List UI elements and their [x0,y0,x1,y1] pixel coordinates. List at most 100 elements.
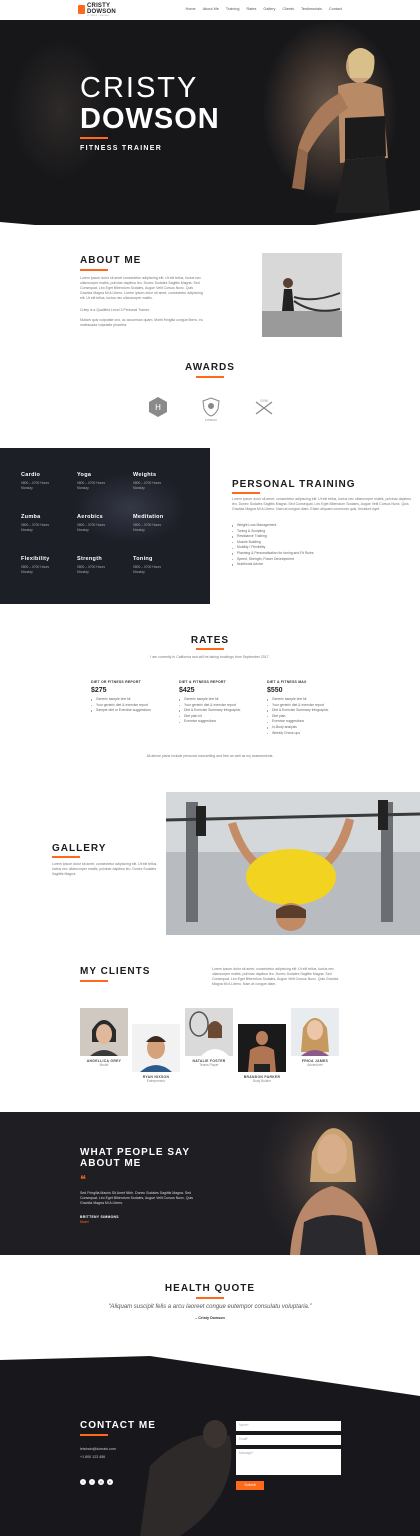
rate-card: DIET & FITNESS MAX $550 Generic sample t… [267,680,347,736]
svg-text:H: H [155,403,161,412]
list-item: Exercise suggestions [179,719,259,725]
about-paragraph-2: Cristy is a Qualified Level 3 Personal T… [80,308,150,312]
gym-award-label: GYM [260,399,268,403]
nav-home[interactable]: Home [185,7,195,11]
training-title: PERSONAL TRAINING [232,479,356,490]
class-item: Yoga 0800 – 0700 Hours Monday [77,472,106,490]
gallery-photo[interactable] [166,792,420,935]
client-avatar [185,1008,233,1056]
rate-price: $550 [267,687,283,694]
health-quote-text: “Aliquam suscipit felis a arcu laoreet c… [108,1304,312,1310]
client-card: BRANDON PARKER Body Builder [238,1024,286,1083]
logo-tagline: FITNESS TRAINER [87,15,110,17]
client-card: ANGELLICA GREY Model [80,1008,128,1067]
about-title: ABOUT ME [80,255,142,266]
list-item: Sample diet or Exercise suggestions [91,708,171,714]
rate-plan-name: DIET & FITNESS REPORT [179,680,226,684]
client-card: FRIDA JAMES Adventurer [291,1008,339,1067]
rates-title: RATES [190,635,230,646]
client-avatar [238,1024,286,1072]
about-accent-line [80,269,108,271]
rate-plan-name: DIET OR FITNESS REPORT [91,680,141,684]
training-text: Lorem ipsum dolor sit amet, consectetur … [232,497,411,511]
class-item: Cardio 0800 – 0700 Hours Monday [21,472,50,490]
health-quote-title: HEALTH QUOTE [164,1283,256,1294]
contact-email[interactable]: letstrain@domain.com [80,1447,116,1451]
linkedin-icon[interactable]: in [107,1479,113,1485]
nav-about[interactable]: About Me [203,7,219,11]
client-role: Tennis Player [199,1063,219,1067]
client-avatar [291,1008,339,1056]
client-role: Model [99,1063,109,1067]
training-accent-line [232,492,260,494]
rates-accent-line [196,648,224,650]
rates-intro: I am currently in California and will be… [150,655,270,659]
nav-contact[interactable]: Contact [329,7,342,11]
training-list: Weight Loss Management Toning & Sculptin… [232,523,314,568]
twitter-icon[interactable]: t [89,1479,95,1485]
name-field[interactable]: Name* [236,1421,341,1431]
hero-athlete-image [292,48,390,213]
testimonial-athlete-image [290,1128,378,1255]
health-quote-accent-line [196,1297,224,1299]
client-card: NATALIE FOSTER Tennis Player [185,1008,233,1067]
rate-card: DIET OR FITNESS REPORT $275 Generic samp… [91,680,171,714]
testimonial-text: Sed Fringilla Mauris Sit Amet Nibh. Done… [80,1191,194,1205]
rate-card: DIET & FITNESS REPORT $425 Generic sampl… [179,680,259,725]
gallery-title: GALLERY [52,843,107,854]
clients-title: MY CLIENTS [80,966,151,977]
fitness-award-label: FITNESS [205,418,217,422]
about-photo [262,253,342,337]
shield-fitness-icon [202,397,220,417]
testimonial-title-line1: WHAT PEOPLE SAY [80,1147,191,1158]
rates-footnote: All above plans include personal counsel… [146,754,274,758]
email-field[interactable]: Email* [236,1435,341,1445]
rate-price: $425 [179,687,195,694]
list-item: Weekly Check ups [267,731,347,737]
hero-accent-line [80,137,108,139]
class-item: Zumba 0800 – 0700 Hours Monday [21,514,50,532]
testimonial-author: BRITTENY SIMMONS [80,1215,119,1219]
hero-angled-divider [0,210,420,225]
about-paragraph-1: Lorem ipsum dolor sit amet consectetur a… [80,276,203,300]
message-field[interactable]: Message* [236,1449,341,1475]
health-quote-author: – Cristy Dowson [195,1316,225,1320]
instagram-icon[interactable]: ◎ [98,1479,104,1485]
nav-training[interactable]: Training [226,7,240,11]
contact-accent-line [80,1434,108,1436]
hero-last-name: DOWSON [80,103,220,135]
rate-plan-name: DIET & FITNESS MAX [267,680,307,684]
hero-first-name: CRISTY [80,72,199,104]
client-card: RYAN NIXSON Entrepreneur [132,1024,180,1083]
clients-accent-line [80,980,108,982]
nav-testimonials[interactable]: Testimonials [301,7,322,11]
top-nav: CRISTY DOWSON FITNESS TRAINER Home About… [0,0,420,20]
testimonial-title-line2: ABOUT ME [80,1158,142,1169]
nav-rates[interactable]: Rates [246,7,256,11]
submit-button[interactable]: Submit [236,1481,264,1490]
about-paragraph-3: Nullam quis vulputate orci, ac accumsan … [80,318,203,327]
nav-gallery[interactable]: Gallery [263,7,275,11]
gallery-text: Lorem ipsum dolor sit amet, consectetur … [52,862,158,876]
client-avatar [80,1008,128,1056]
class-item: Aerobics 0800 – 0700 Hours Monday [77,514,106,532]
quote-icon: ❝ [80,1173,86,1186]
contact-background [0,1356,420,1536]
testimonial-author-role: Model [80,1220,89,1224]
contact-phone[interactable]: +1 800 123 456 [80,1455,105,1459]
gallery-accent-line [52,856,80,858]
social-links: f t ◎ in [80,1470,116,1488]
class-item: Strength 0800 – 0700 Hours Monday [77,556,106,574]
client-avatar [132,1024,180,1072]
main-menu: Home About Me Training Rates Gallery Cli… [185,7,342,11]
class-item: Weights 0800 – 0700 Hours Monday [133,472,162,490]
contact-title: CONTACT ME [80,1420,156,1431]
facebook-icon[interactable]: f [80,1479,86,1485]
class-item: Toning 0800 – 0700 Hours Monday [133,556,162,574]
awards-accent-line [196,376,224,378]
client-role: Entrepreneur [146,1079,166,1083]
class-item: Meditation 0800 – 0700 Hours Monday [133,514,164,532]
nav-clients[interactable]: Clients [282,7,294,11]
hero-role: FITNESS TRAINER [80,145,163,152]
logo-icon[interactable] [78,5,85,14]
